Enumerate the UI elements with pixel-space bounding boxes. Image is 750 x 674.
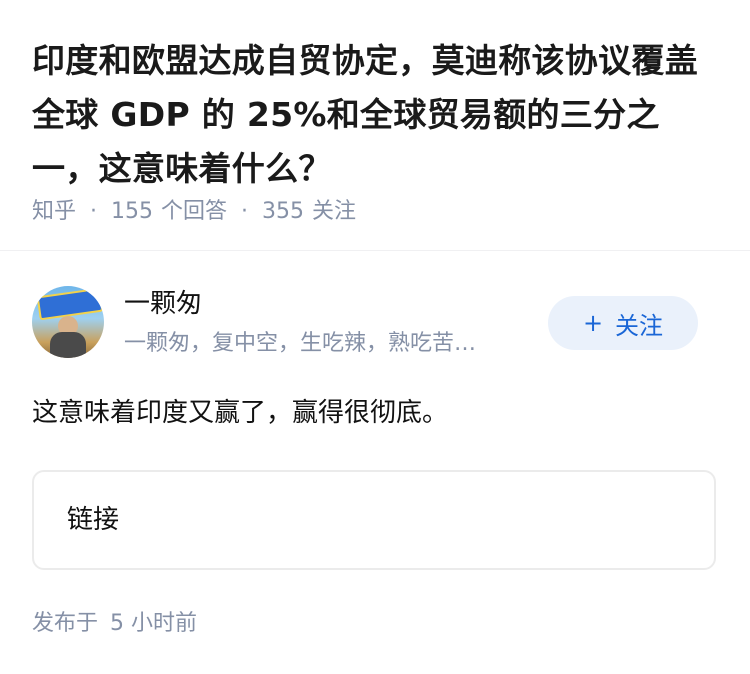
published-time: 5 小时前 [110,611,198,636]
follow-button-label: 关注 [615,311,664,340]
published-label: 发布于 [32,611,99,636]
publish-info: 发布于 5 小时前 [32,608,197,640]
followers-label[interactable]: 关注 [312,196,356,228]
author-name[interactable]: 一颗匆 [124,286,202,322]
meta-separator: · [90,199,98,224]
question-meta: 知乎 · 155 个回答 · 355 关注 [32,196,356,228]
link-card[interactable]: 链接 [32,470,716,570]
avatar-body-graphic [50,332,86,358]
avatar[interactable] [32,286,104,358]
question-title[interactable]: 印度和欧盟达成自贸协定，莫迪称该协议覆盖全球 GDP 的 25%和全球贸易额的三… [32,34,722,196]
answers-label[interactable]: 个回答 [161,196,227,228]
follow-button[interactable]: + 关注 [548,296,698,350]
divider [0,250,750,251]
meta-separator: · [241,199,249,224]
answers-count: 155 [111,199,154,224]
author-card: 一颗匆 一颗匆，复中空，生吃辣，熟吃苦… + 关注 [32,284,718,364]
author-bio: 一颗匆，复中空，生吃辣，熟吃苦… [124,331,477,356]
followers-count: 355 [262,199,305,224]
link-label: 链接 [67,505,120,535]
source-label[interactable]: 知乎 [32,196,76,228]
question-header: 印度和欧盟达成自贸协定，莫迪称该协议覆盖全球 GDP 的 25%和全球贸易额的三… [32,34,722,196]
answer-text: 这意味着印度又赢了，赢得很彻底。 [32,398,449,428]
plus-icon: + [582,309,604,337]
